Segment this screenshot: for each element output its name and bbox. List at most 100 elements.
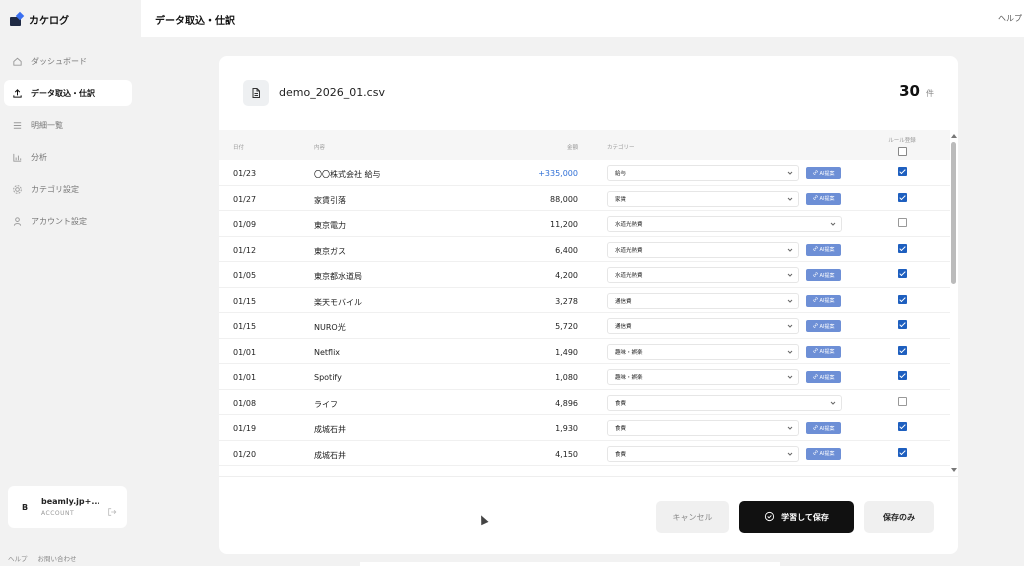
category-select-value: 趣味・娯楽 — [615, 375, 643, 381]
logout-icon[interactable] — [107, 502, 117, 516]
ai-suggest-button[interactable]: AI提案 — [806, 192, 841, 205]
sidebar-item-statements[interactable]: 明細一覧 — [4, 112, 132, 138]
row-description: 東京ガス — [314, 246, 346, 256]
ai-suggest-button[interactable]: AI提案 — [806, 371, 841, 383]
help-footer-link[interactable]: ヘルプ — [8, 553, 28, 563]
rule-checkbox[interactable] — [898, 422, 907, 431]
account-card[interactable]: B beamly.jp+... ACCOUNT — [8, 486, 127, 528]
ai-suggest-button[interactable]: AI提案 — [806, 294, 841, 307]
category-select[interactable]: 水道光熱費 — [607, 241, 799, 258]
rule-checkbox[interactable] — [898, 396, 907, 406]
category-select[interactable]: 水道光熱費 — [607, 267, 799, 283]
rule-checkbox[interactable] — [898, 371, 907, 380]
rule-checkbox[interactable] — [898, 192, 907, 202]
sidebar-item-account-settings[interactable]: アカウント設定 — [4, 208, 132, 234]
ai-suggest-button[interactable]: AI提案 — [806, 447, 841, 460]
chevron-down-icon — [786, 195, 794, 203]
contact-link[interactable]: お問い合わせ — [38, 553, 77, 563]
row-description: 家賃引落 — [314, 195, 346, 205]
ai-suggest-button[interactable]: AI提案 — [806, 345, 841, 358]
row-date: 01/23 — [233, 169, 257, 178]
top-header: データ取込・仕訳 ヘルプ — [141, 0, 1024, 37]
ai-suggest-label: AI提案 — [819, 323, 835, 330]
category-select-value: 給与 — [615, 171, 627, 177]
rule-checkbox[interactable] — [898, 447, 907, 457]
category-select[interactable]: 家賃 — [607, 190, 799, 207]
rule-checkbox[interactable] — [898, 320, 907, 329]
ai-suggest-button[interactable]: AI提案 — [806, 243, 841, 256]
save-only-button[interactable]: 保存のみ — [864, 501, 934, 533]
sidebar-item-label: 明細一覧 — [31, 120, 63, 130]
ai-suggest-button[interactable]: AI提案 — [806, 269, 841, 281]
sidebar-item-dashboard[interactable]: ダッシュボード — [4, 48, 132, 74]
row-date: 01/15 — [233, 322, 257, 331]
row-amount: 4,200 — [555, 271, 578, 280]
brand[interactable]: カケログ — [10, 10, 69, 28]
category-select[interactable]: 通信費 — [607, 318, 799, 334]
link-icon — [812, 322, 818, 330]
rule-checkbox[interactable] — [898, 218, 907, 227]
save-only-label: 保存のみ — [883, 512, 915, 522]
row-description: 東京電力 — [314, 221, 346, 230]
ai-suggest-button[interactable]: AI提案 — [806, 167, 841, 179]
gear-icon — [12, 184, 23, 195]
category-select[interactable]: 水道光熱費 — [607, 216, 842, 232]
ai-suggest-label: AI提案 — [819, 170, 835, 177]
sidebar-item-import[interactable]: データ取込・仕訳 — [4, 80, 132, 106]
learn-and-save-button[interactable]: 学習して保存 — [739, 501, 854, 533]
transaction-list: 01/23 〇〇株式会社 給与 +335,000 給与 AI提案 01/27 家賃引落 88,… — [219, 160, 950, 476]
row-description: Spotify — [314, 373, 342, 382]
category-select[interactable]: 食費 — [607, 420, 799, 436]
table-scrollbar[interactable] — [950, 134, 958, 474]
upload-icon — [12, 88, 23, 99]
link-icon — [812, 246, 818, 253]
table-row: 01/01 Netflix 1,490 趣味・娯楽 AI提案 — [219, 339, 950, 364]
ai-suggest-button[interactable]: AI提案 — [806, 422, 841, 434]
select-all-checkbox[interactable] — [898, 147, 907, 156]
help-link[interactable]: ヘルプ — [998, 13, 1022, 24]
row-amount: 1,080 — [555, 373, 578, 382]
row-description: Netflix — [314, 347, 341, 357]
column-header-rule: ルール登録 — [888, 138, 916, 144]
sidebar-item-analysis[interactable]: 分析 — [4, 144, 132, 170]
ai-suggest-label: AI提案 — [819, 374, 835, 381]
rule-checkbox[interactable] — [898, 243, 907, 253]
category-select-value: 通信費 — [615, 298, 632, 305]
ai-suggest-button[interactable]: AI提案 — [806, 320, 841, 332]
rule-checkbox[interactable] — [898, 345, 907, 355]
category-select[interactable]: 給与 — [607, 165, 799, 181]
column-header-description: 内容 — [314, 145, 326, 151]
rule-checkbox[interactable] — [898, 269, 907, 278]
category-select[interactable]: 食費 — [607, 445, 799, 462]
rule-checkbox[interactable] — [898, 294, 907, 304]
table-row: 01/09 東京電力 11,200 水道光熱費 — [219, 211, 950, 237]
scroll-up-icon[interactable] — [951, 134, 957, 138]
scroll-down-icon[interactable] — [951, 468, 957, 472]
record-count-number: 30 — [899, 82, 920, 100]
row-description: NURO光 — [314, 323, 346, 332]
link-icon — [812, 424, 818, 432]
row-date: 01/08 — [233, 398, 257, 408]
scrollbar-thumb[interactable] — [951, 142, 956, 284]
category-select-value: 食費 — [615, 426, 627, 432]
cancel-button[interactable]: キャンセル — [656, 501, 729, 533]
bar-chart-icon — [12, 152, 23, 163]
rule-checkbox[interactable] — [898, 167, 907, 176]
row-date: 01/19 — [233, 424, 257, 433]
avatar: B — [21, 502, 29, 512]
chevron-down-icon — [786, 169, 794, 177]
column-header-date: 日付 — [233, 145, 245, 151]
sidebar-item-label: カテゴリ設定 — [31, 184, 79, 194]
sidebar-item-category-settings[interactable]: カテゴリ設定 — [4, 176, 132, 202]
category-select[interactable]: 趣味・娯楽 — [607, 369, 799, 385]
category-select[interactable]: 趣味・娯楽 — [607, 343, 799, 360]
row-date: 01/20 — [233, 449, 257, 459]
row-date: 01/01 — [233, 347, 257, 357]
table-row: 01/15 NURO光 5,720 通信費 AI提案 — [219, 313, 950, 339]
category-select[interactable]: 通信費 — [607, 292, 799, 309]
table-row: 01/27 家賃引落 88,000 家賃 AI提案 — [219, 186, 950, 211]
table-row: 01/01 Spotify 1,080 趣味・娯楽 AI提案 — [219, 364, 950, 390]
category-select[interactable]: 食費 — [607, 394, 842, 411]
list-icon — [12, 120, 23, 131]
chevron-down-icon — [786, 424, 794, 432]
